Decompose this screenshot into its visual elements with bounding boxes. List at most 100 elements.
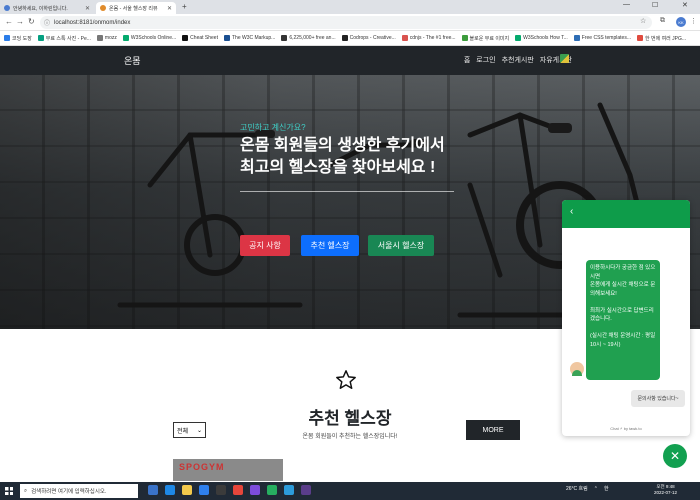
bookmark-item[interactable]: The W3C Markup... <box>223 35 276 41</box>
bookmark-label: Codrops - Creative... <box>349 35 396 41</box>
url-text: localhost:8181/onmom/index <box>54 19 131 26</box>
language-indicator[interactable]: 한 <box>604 485 609 492</box>
chat-header: ‹ <box>562 200 690 228</box>
more-button[interactable]: MORE <box>466 420 520 440</box>
hero-title-line-1: 온몸 회원들의 생생한 후기에서 <box>240 137 445 154</box>
bookmark-favicon <box>182 35 189 41</box>
chat-back-icon[interactable]: ‹ <box>570 206 573 217</box>
browser-tabstrip: 안녕하세요, 이하린입니다. ✕ 온몸 - 서울 헬스장 리뷰 ✕ + — ☐ … <box>0 0 700 14</box>
chrome-icon[interactable] <box>233 485 243 495</box>
close-tab-icon[interactable]: ✕ <box>85 5 90 12</box>
bookmark-label: 한 번에 여러 JPG... <box>644 35 687 42</box>
app-icon[interactable] <box>267 485 277 495</box>
tab-title: 안녕하세요, 이하린입니다. <box>13 5 68 12</box>
bookmark-item[interactable]: W3Schools Online... <box>122 35 177 41</box>
profile-avatar[interactable]: KK <box>676 17 686 27</box>
taskbar-apps <box>148 485 311 495</box>
file-explorer-icon[interactable] <box>182 485 192 495</box>
bookmark-favicon <box>401 35 408 41</box>
tab-favicon <box>100 5 106 11</box>
bookmark-item[interactable]: cdnjs - The #1 free... <box>401 35 456 41</box>
nav-recommend-board[interactable]: 추천게시판 <box>502 55 534 65</box>
search-icon: ⌕ <box>24 487 28 494</box>
bookmark-item[interactable]: 한 번에 여러 JPG... <box>636 35 687 42</box>
chat-footer[interactable]: Chat ⚡ by tawk.to <box>562 426 690 431</box>
extensions-icon[interactable]: ⧉ <box>660 17 665 25</box>
tab-title: 온몸 - 서울 헬스장 리뷰 <box>109 5 158 12</box>
browser-tab-2[interactable]: 온몸 - 서울 헬스장 리뷰 ✕ <box>96 2 176 14</box>
browser-toolbar: ← → ↻ ⓘ localhost:8181/onmom/index ☆ ⧉ K… <box>0 14 700 31</box>
chevron-up-icon[interactable]: ⌃ <box>594 486 598 492</box>
browser-tab-1[interactable]: 안녕하세요, 이하린입니다. ✕ <box>0 2 94 14</box>
forward-icon[interactable]: → <box>16 17 24 26</box>
agent-avatar <box>570 362 584 376</box>
gym-card-image[interactable]: SPOGYM <box>173 459 283 481</box>
taskbar-search[interactable]: ⌕ 검색하려면 여기에 입력하십시오. <box>20 484 138 498</box>
close-tab-icon[interactable]: ✕ <box>167 5 172 12</box>
chat-user-reply: 문의사항 있습니다~ <box>631 390 685 407</box>
info-icon[interactable]: ⓘ <box>44 18 50 27</box>
windows-taskbar: ⌕ 검색하려면 여기에 입력하십시오. 26°C 흐림 ⌃ 한 오전 9:48 … <box>0 482 700 500</box>
system-tray: 26°C 흐림 ⌃ 한 <box>566 485 609 493</box>
bookmark-item[interactable]: Free CSS templates... <box>573 35 631 41</box>
bookmark-item[interactable]: 6,225,000+ free an... <box>281 35 336 41</box>
filter-select[interactable]: 전체 ⌄ <box>173 422 206 438</box>
weather-text[interactable]: 26°C 흐림 <box>566 485 588 492</box>
bookmark-label: W3Schools Online... <box>130 35 177 41</box>
new-tab-button[interactable]: + <box>182 2 187 11</box>
recommend-gym-button[interactable]: 추천 헬스장 <box>301 235 359 256</box>
chat-message-line: (실시간 채팅 운영시간 : 평일 10시 ~ 19시) <box>590 333 656 348</box>
task-view-icon[interactable] <box>148 485 158 495</box>
chat-widget: ‹ 이용하시다가 궁금한 점 있으시면 온몸에게 실시간 채팅으로 문의해보세요!… <box>562 200 690 436</box>
reload-icon[interactable]: ↻ <box>28 17 35 26</box>
bookmark-item[interactable]: 블로운 무료 이미지 <box>461 35 509 42</box>
clock-date: 2022-07-12 <box>654 490 678 495</box>
bookmark-favicon <box>341 35 348 41</box>
menu-icon[interactable]: ⋮ <box>690 17 697 25</box>
bookmark-item[interactable]: 무료 스톡 사진 - Pe... <box>37 35 91 42</box>
site-brand[interactable]: 온몸 <box>124 54 141 67</box>
bookmark-label: 무료 스톡 사진 - Pe... <box>45 35 91 42</box>
star-icon <box>336 370 356 389</box>
minimize-icon[interactable]: — <box>623 1 630 8</box>
bookmark-favicon <box>37 35 44 41</box>
windows-start-icon[interactable] <box>5 487 13 495</box>
bookmark-item[interactable]: Cheat Sheet <box>182 35 218 41</box>
app-icon[interactable] <box>216 485 226 495</box>
taskbar-search-placeholder: 검색하려면 여기에 입력하십시오. <box>31 489 107 495</box>
taskbar-clock[interactable]: 오전 9:48 2022-07-12 <box>654 484 677 496</box>
close-window-icon[interactable]: ✕ <box>682 1 688 9</box>
nav-links: 홈 로그인 추천게시판 자유게시판 <box>464 55 572 65</box>
edge-icon[interactable] <box>165 485 175 495</box>
hero-subtitle: 고민하고 계신가요? <box>240 123 306 132</box>
back-icon[interactable]: ← <box>5 17 13 26</box>
maximize-icon[interactable]: ☐ <box>652 1 658 9</box>
bookmark-star-icon[interactable]: ☆ <box>640 17 646 25</box>
app-icon[interactable] <box>250 485 260 495</box>
hero-title-line-2: 최고의 헬스장을 찾아보세요 ! <box>240 159 436 176</box>
app-icon[interactable] <box>301 485 311 495</box>
vscode-icon[interactable] <box>284 485 294 495</box>
bookmark-item[interactable]: mozz <box>96 35 117 41</box>
seoul-gym-button[interactable]: 서울시 헬스장 <box>368 235 434 256</box>
bookmark-favicon <box>96 35 103 41</box>
bookmark-label: The W3C Markup... <box>231 35 276 41</box>
bookmark-favicon <box>515 35 522 41</box>
bookmark-item[interactable]: 코딩 도장 <box>4 35 32 42</box>
nav-home[interactable]: 홈 <box>464 55 470 65</box>
hero-divider <box>240 191 454 192</box>
notice-button[interactable]: 공지 사항 <box>240 235 290 256</box>
chat-message-bubble: 이용하시다가 궁금한 점 있으시면 온몸에게 실시간 채팅으로 문의해보세요! 최… <box>586 260 660 380</box>
nav-login[interactable]: 로그인 <box>476 55 495 65</box>
close-icon: ✕ <box>669 449 681 463</box>
chat-close-button[interactable]: ✕ <box>663 444 687 468</box>
chat-message-line <box>590 298 656 307</box>
nav-user-icon[interactable] <box>560 54 569 63</box>
bookmark-item[interactable]: Codrops - Creative... <box>341 35 396 41</box>
address-bar[interactable]: ⓘ localhost:8181/onmom/index <box>40 16 652 29</box>
bookmark-item[interactable]: W3Schools How T... <box>515 35 568 41</box>
gym-sign: SPOGYM <box>179 462 225 472</box>
store-icon[interactable] <box>199 485 209 495</box>
bookmark-favicon <box>4 35 10 41</box>
chevron-down-icon: ⌄ <box>196 427 202 434</box>
